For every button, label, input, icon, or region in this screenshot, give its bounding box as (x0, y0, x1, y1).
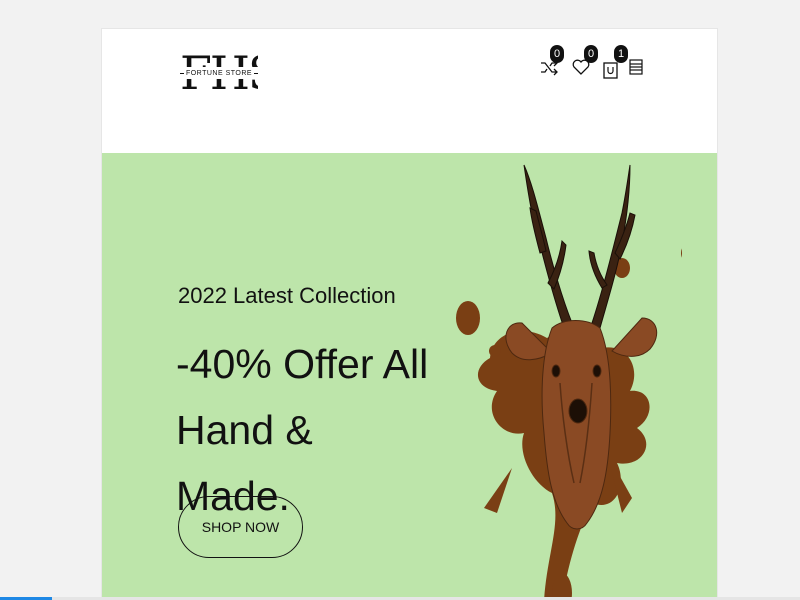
wishlist-button[interactable]: 0 (571, 45, 598, 79)
compare-button[interactable]: 0 (539, 45, 564, 79)
wishlist-count-badge: 0 (584, 45, 598, 63)
menu-icon (629, 59, 643, 75)
page-container: FHS FORTUNE STORE 0 0 (101, 28, 718, 600)
cart-button[interactable]: 1 (601, 45, 628, 79)
cart-count-badge: 1 (614, 45, 628, 63)
deer-head-image (456, 164, 682, 599)
shop-now-button[interactable]: SHOP NOW (178, 496, 303, 558)
hero-subtitle: 2022 Latest Collection (178, 283, 396, 308)
deer-antlers (523, 164, 636, 329)
logo-band: FORTUNE STORE (178, 67, 260, 79)
hero-banner: 2022 Latest Collection -40% Offer All Ha… (102, 153, 717, 599)
logo-subtitle: FORTUNE STORE (185, 69, 253, 77)
site-logo[interactable]: FHS FORTUNE STORE (178, 49, 260, 101)
menu-button[interactable] (628, 57, 648, 79)
header-icons: 0 0 1 (539, 43, 649, 83)
compare-count-badge: 0 (550, 45, 564, 63)
site-header: FHS FORTUNE STORE 0 0 (102, 29, 717, 154)
